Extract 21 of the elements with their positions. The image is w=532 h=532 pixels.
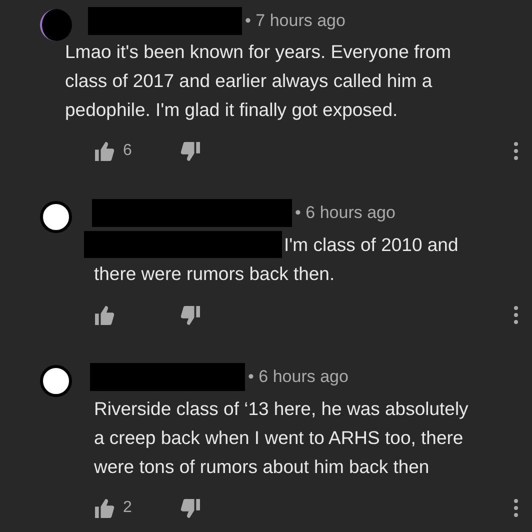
more-icon[interactable] (514, 306, 518, 324)
comment-text: I'm class of 2010 and (284, 233, 458, 257)
thumbs-down-icon[interactable] (180, 142, 200, 160)
comment-text: Riverside class of ‘13 here, he was absolutely a creep back when I went to ARHS too, there were tons of rumors about him back then (94, 397, 470, 479)
thumbs-up-icon[interactable] (95, 306, 115, 324)
thumbs-up-icon[interactable] (95, 142, 115, 160)
thumbs-up-icon[interactable] (95, 498, 115, 518)
thumbs-down-icon[interactable] (180, 306, 200, 324)
avatar (40, 365, 72, 397)
comment-time: • 6 hours ago (248, 367, 348, 387)
more-icon[interactable] (514, 499, 518, 517)
like-count: 2 (123, 499, 132, 517)
comment-text: Lmao it's been known for years. Everyone from class of 2017 and earlier always called him a pedophile. I'm glad it finally got exposed. (65, 40, 452, 122)
comment-time: • 7 hours ago (245, 11, 346, 31)
avatar (40, 9, 72, 41)
thumbs-down-icon[interactable] (180, 498, 200, 518)
avatar (40, 201, 72, 233)
more-icon[interactable] (514, 142, 518, 160)
like-count: 6 (123, 142, 132, 160)
comment-time: • 6 hours ago (295, 203, 396, 223)
comment-text: there were rumors back then. (94, 262, 336, 286)
